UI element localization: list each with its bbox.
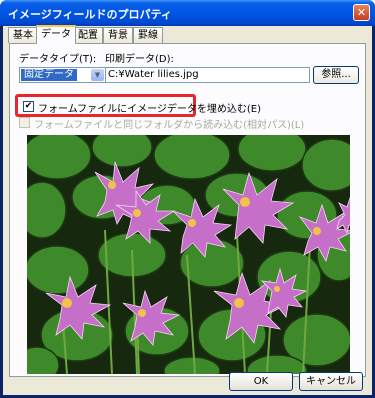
tab-border[interactable]: 罫線	[133, 27, 163, 43]
browse-button[interactable]: 参照...	[313, 66, 359, 84]
tab-panel-data: データタイプ(T): 印刷データ(D): 固定データ ▼ C:¥Water li…	[9, 43, 366, 377]
cancel-button[interactable]: キャンセル	[299, 372, 363, 391]
window-title: イメージフィールドのプロパティ	[8, 8, 172, 21]
close-icon: ✕	[356, 6, 367, 19]
chevron-down-icon[interactable]: ▼	[91, 69, 104, 81]
water-lilies-photo	[27, 135, 350, 374]
tab-basic[interactable]: 基本	[8, 27, 38, 43]
ok-button[interactable]: OK	[229, 372, 293, 391]
data-type-label: データタイプ(T):	[19, 54, 97, 65]
same-folder-checkbox-label: フォームファイルと同じフォルダから読み込む(相対パス)(L)	[34, 120, 305, 131]
check-mark-icon: ✔	[24, 101, 33, 111]
embed-checkbox-highlight: ✔ フォームファイルにイメージデータを埋め込む(E)	[15, 94, 261, 117]
tab-data[interactable]: データ	[36, 25, 76, 44]
dialog-window: イメージフィールドのプロパティ ✕ 基本 データ 配置 背景 罫線 データタイプ…	[0, 0, 375, 398]
dialog-client: 基本 データ 配置 背景 罫線 データタイプ(T): 印刷データ(D): 固定デ…	[3, 25, 372, 395]
tab-layout[interactable]: 配置	[73, 27, 103, 43]
title-bar[interactable]: イメージフィールドのプロパティ ✕	[0, 0, 375, 26]
data-type-select[interactable]: 固定データ ▼	[19, 67, 106, 83]
data-type-value: 固定データ	[21, 69, 77, 81]
close-button[interactable]: ✕	[353, 4, 370, 21]
tab-background[interactable]: 背景	[103, 27, 133, 43]
embed-checkbox-label[interactable]: フォームファイルにイメージデータを埋め込む(E)	[38, 100, 261, 115]
embed-checkbox[interactable]: ✔	[23, 101, 34, 112]
same-folder-checkbox	[19, 117, 30, 128]
image-preview	[27, 135, 350, 374]
print-data-input[interactable]: C:¥Water lilies.jpg	[105, 67, 310, 83]
print-data-label: 印刷データ(D):	[105, 54, 174, 65]
